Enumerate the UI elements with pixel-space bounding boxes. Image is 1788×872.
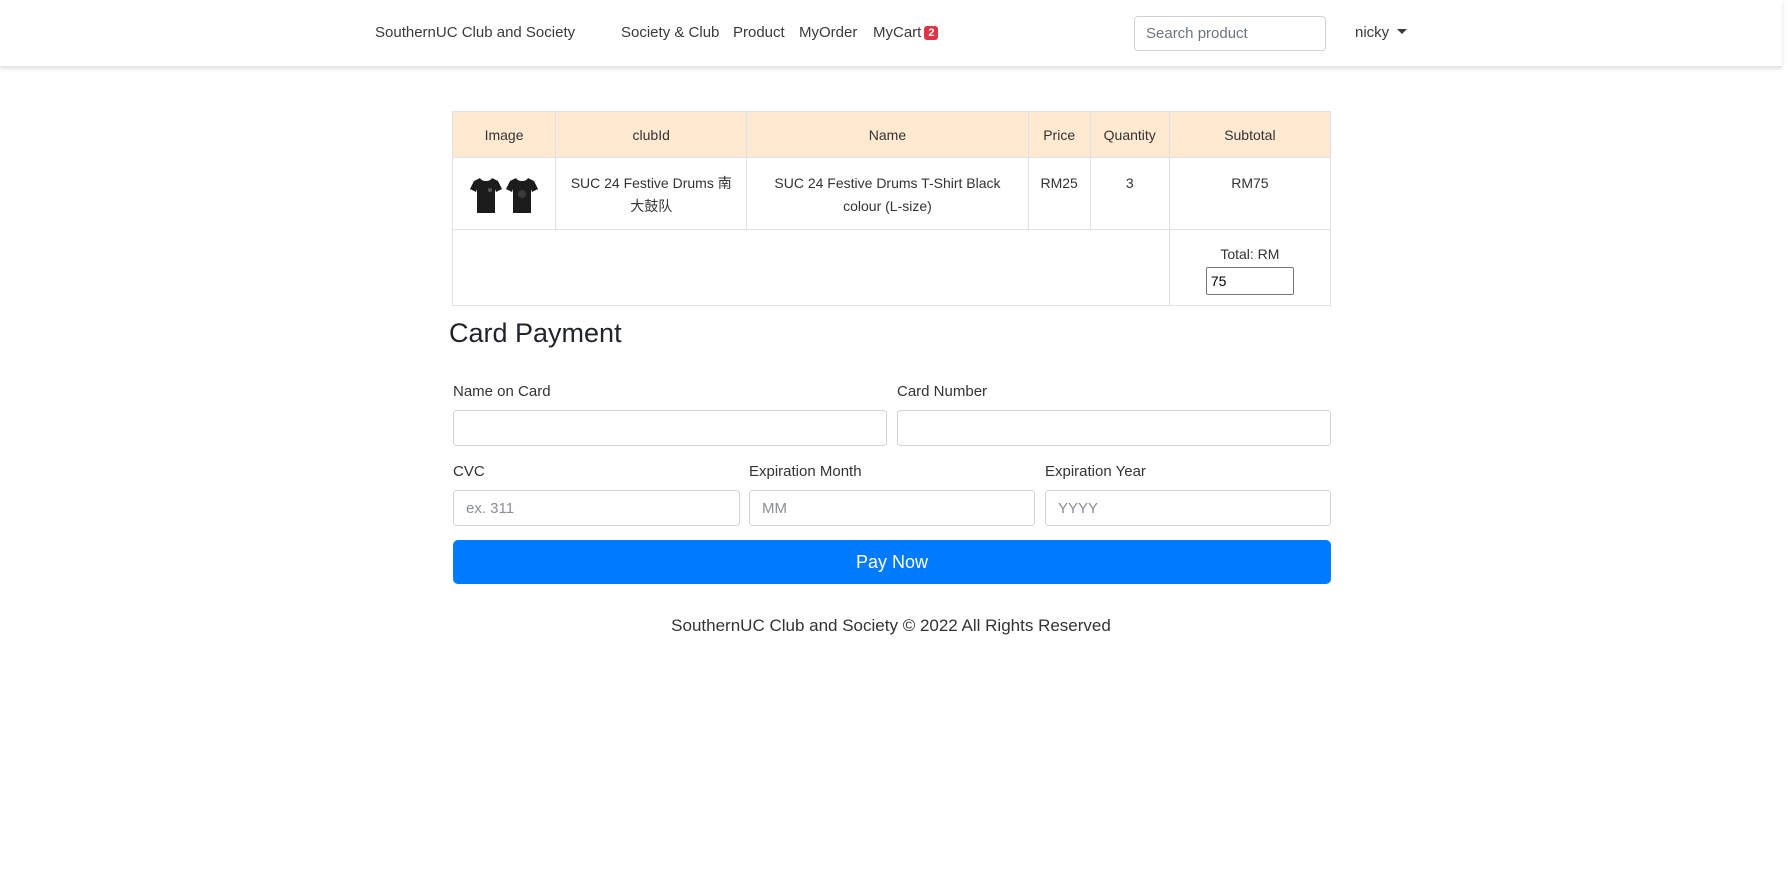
card-number-label: Card Number	[897, 383, 988, 400]
cvc-field[interactable]	[453, 490, 740, 526]
col-quantity: Quantity	[1089, 111, 1170, 158]
nav-mycart[interactable]: MyCart 2	[873, 24, 939, 41]
expiration-year-field[interactable]	[1045, 490, 1331, 526]
cart-item-row: SUC 24 Festive Drums 南大鼓队 SUC 24 Festive…	[451, 157, 1332, 230]
cart-item-price: RM25	[1027, 157, 1091, 230]
expiration-month-label: Expiration Month	[749, 463, 862, 480]
expiration-year-label: Expiration Year	[1045, 463, 1146, 480]
brand-link[interactable]: SouthernUC Club and Society	[375, 24, 575, 41]
total-amount-field[interactable]	[1205, 267, 1294, 295]
expiration-month-field[interactable]	[749, 490, 1035, 526]
cart-header-row: Image clubId Name Price Quantity Subtota…	[451, 111, 1332, 158]
caret-down-icon	[1397, 29, 1408, 34]
col-image: Image	[451, 111, 557, 158]
card-number-field[interactable]	[897, 410, 1331, 446]
card-payment-title: Card Payment	[449, 318, 622, 348]
name-on-card-label: Name on Card	[453, 383, 551, 400]
cvc-label: CVC	[453, 463, 485, 480]
col-price: Price	[1027, 111, 1091, 158]
user-name: nicky	[1355, 24, 1390, 41]
cart-count-badge: 2	[924, 26, 939, 40]
pay-now-button[interactable]: Pay Now	[453, 540, 1331, 584]
col-clubid: clubId	[555, 111, 748, 158]
col-name: Name	[746, 111, 1029, 158]
top-navbar: SouthernUC Club and Society Society & Cl…	[0, 0, 1782, 67]
cart-total-spacer	[452, 229, 1170, 306]
nav-myorder[interactable]: MyOrder	[799, 24, 857, 41]
cart-total-cell: Total: RM	[1168, 229, 1332, 306]
cart-item-clubid: SUC 24 Festive Drums 南大鼓队	[555, 157, 748, 230]
cart-table: Image clubId Name Price Quantity Subtota…	[451, 111, 1332, 306]
col-subtotal: Subtotal	[1168, 111, 1332, 158]
cart-item-name: SUC 24 Festive Drums T-Shirt Black colou…	[746, 157, 1029, 230]
total-label: Total: RM	[1220, 246, 1280, 262]
cart-item-subtotal: RM75	[1168, 157, 1332, 230]
cart-item-image-cell	[451, 157, 557, 230]
cart-item-quantity: 3	[1089, 157, 1170, 230]
cart-total-row: Total: RM	[452, 229, 1332, 306]
nav-product[interactable]: Product	[733, 24, 785, 41]
nav-mycart-label: MyCart	[873, 24, 922, 41]
footer-copyright: SouthernUC Club and Society © 2022 All R…	[671, 616, 1111, 635]
user-dropdown[interactable]: nicky	[1355, 24, 1408, 41]
search-product-input[interactable]	[1134, 16, 1326, 51]
name-on-card-field[interactable]	[453, 410, 887, 446]
nav-society-club[interactable]: Society & Club	[621, 24, 719, 41]
tshirt-pair-icon	[463, 176, 545, 214]
